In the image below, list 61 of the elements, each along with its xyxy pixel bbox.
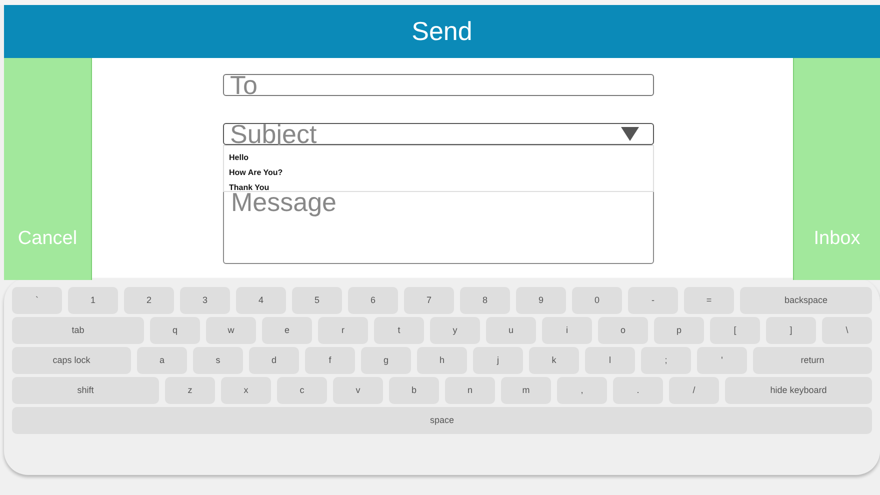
keyboard-key[interactable]: j [473, 347, 523, 374]
keyboard-key[interactable]: 1 [68, 287, 118, 314]
keyboard-key[interactable]: 3 [180, 287, 230, 314]
subject-dropdown[interactable]: Subject [223, 123, 654, 145]
keyboard-key[interactable]: / [669, 377, 719, 404]
keyboard-key[interactable]: \ [822, 317, 872, 344]
keyboard-key[interactable]: i [542, 317, 592, 344]
keyboard-key[interactable]: , [557, 377, 607, 404]
keyboard-key[interactable]: 5 [292, 287, 342, 314]
keyboard-key[interactable]: v [333, 377, 383, 404]
keyboard-key[interactable]: q [150, 317, 200, 344]
keyboard-key[interactable]: r [318, 317, 368, 344]
keyboard-key[interactable]: h [417, 347, 467, 374]
keyboard-key[interactable]: space [12, 407, 872, 434]
keyboard-key[interactable]: u [486, 317, 536, 344]
keyboard-key[interactable]: x [221, 377, 271, 404]
keyboard-key[interactable]: 4 [236, 287, 286, 314]
keyboard-key[interactable]: tab [12, 317, 144, 344]
keyboard-key[interactable]: m [501, 377, 551, 404]
keyboard-key[interactable]: hide keyboard [725, 377, 872, 404]
keyboard-key[interactable]: a [137, 347, 187, 374]
subject-option[interactable]: How Are You? [229, 165, 283, 180]
keyboard-key[interactable]: 7 [404, 287, 454, 314]
keyboard-key[interactable]: caps lock [12, 347, 131, 374]
keyboard-key[interactable]: return [753, 347, 872, 374]
dropdown-arrow-icon [621, 127, 639, 141]
keyboard-key[interactable]: ' [697, 347, 747, 374]
keyboard-key[interactable]: backspace [740, 287, 872, 314]
keyboard-key[interactable]: ` [12, 287, 62, 314]
keyboard-key[interactable]: . [613, 377, 663, 404]
subject-option[interactable]: Hello [229, 150, 249, 165]
keyboard-key[interactable]: 2 [124, 287, 174, 314]
keyboard-key[interactable]: s [193, 347, 243, 374]
to-field[interactable]: To [223, 74, 654, 96]
keyboard-key[interactable]: [ [710, 317, 760, 344]
keyboard-key[interactable]: w [206, 317, 256, 344]
keyboard-key[interactable]: 9 [516, 287, 566, 314]
subject-placeholder: Subject [230, 123, 318, 145]
keyboard-key[interactable]: n [445, 377, 495, 404]
keyboard-key[interactable]: ] [766, 317, 816, 344]
keyboard-key[interactable]: c [277, 377, 327, 404]
keyboard-key[interactable]: o [598, 317, 648, 344]
keyboard-key[interactable]: e [262, 317, 312, 344]
keyboard-key[interactable]: ; [641, 347, 691, 374]
keyboard-key[interactable]: 8 [460, 287, 510, 314]
keyboard-key[interactable]: b [389, 377, 439, 404]
keyboard-key[interactable]: l [585, 347, 635, 374]
keyboard-key[interactable]: = [684, 287, 734, 314]
keyboard-key[interactable]: t [374, 317, 424, 344]
keyboard-key[interactable]: f [305, 347, 355, 374]
keyboard-key[interactable]: shift [12, 377, 159, 404]
keyboard-key[interactable]: k [529, 347, 579, 374]
keyboard-key[interactable]: y [430, 317, 480, 344]
window-title: Send [412, 15, 472, 48]
keyboard-key[interactable]: g [361, 347, 411, 374]
keyboard-key[interactable]: 0 [572, 287, 622, 314]
keyboard-key[interactable]: - [628, 287, 678, 314]
keyboard-key[interactable]: 6 [348, 287, 398, 314]
keyboard-key[interactable]: z [165, 377, 215, 404]
keyboard-key[interactable]: d [249, 347, 299, 374]
keyboard-key[interactable]: p [654, 317, 704, 344]
